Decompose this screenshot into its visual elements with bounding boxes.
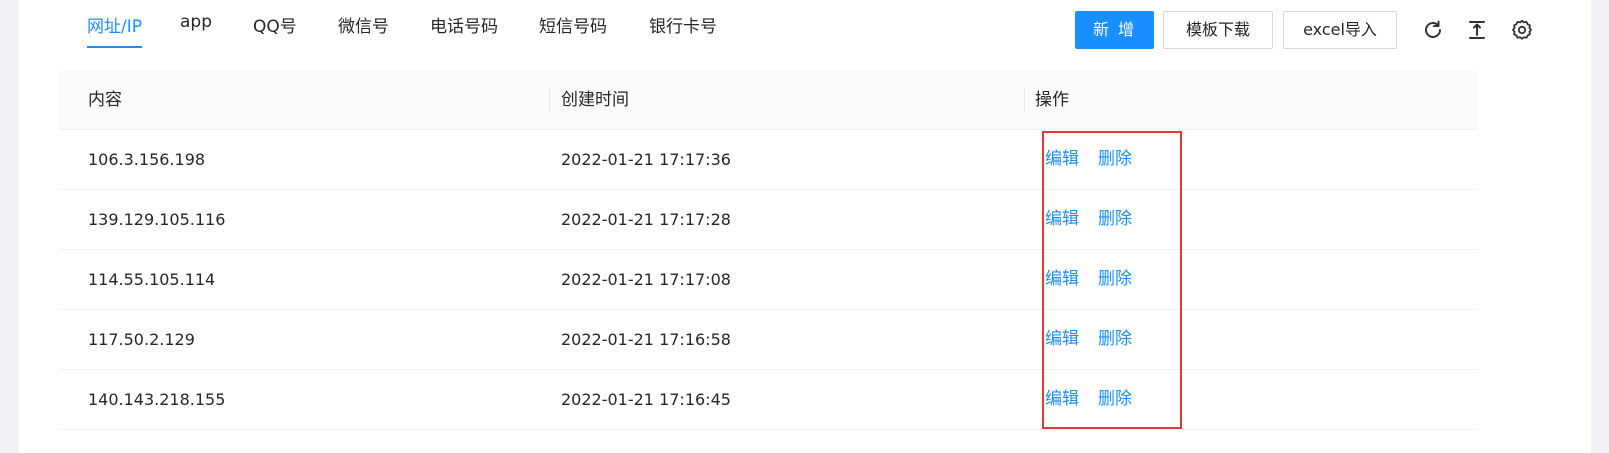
table-row: 106.3.156.198 2022-01-21 17:17:36 编辑 删除 (59, 130, 1478, 190)
delete-link[interactable]: 删除 (1098, 370, 1132, 429)
tab-url-ip[interactable]: 网址/IP (87, 12, 142, 37)
column-divider (549, 87, 550, 113)
table-row: 117.50.2.129 2022-01-21 17:16:58 编辑 删除 (59, 310, 1478, 370)
tab-bank-card[interactable]: 银行卡号 (649, 12, 717, 37)
column-height-icon[interactable] (1465, 18, 1489, 42)
delete-link[interactable]: 删除 (1098, 310, 1132, 369)
cell-created-time: 2022-01-21 17:16:58 (561, 330, 731, 349)
cell-content: 117.50.2.129 (88, 330, 195, 349)
edit-link[interactable]: 编辑 (1045, 370, 1079, 429)
delete-link[interactable]: 删除 (1098, 130, 1132, 189)
cell-content: 106.3.156.198 (88, 150, 206, 169)
column-header-actions: 操作 (1035, 90, 1069, 110)
reload-icon[interactable] (1421, 18, 1445, 42)
edit-link[interactable]: 编辑 (1045, 310, 1079, 369)
table-row: 139.129.105.116 2022-01-21 17:17:28 编辑 删… (59, 190, 1478, 250)
cell-created-time: 2022-01-21 17:17:08 (561, 270, 731, 289)
table-row: 140.143.218.155 2022-01-21 17:16:45 编辑 删… (59, 370, 1478, 430)
data-table: 内容 创建时间 操作 106.3.156.198 2022-01-21 17:1… (59, 71, 1478, 430)
setting-icon[interactable] (1510, 18, 1534, 42)
template-download-button[interactable]: 模板下载 (1163, 11, 1273, 49)
cell-content: 114.55.105.114 (88, 270, 216, 289)
add-button[interactable]: 新 增 (1075, 11, 1154, 49)
tab-phone[interactable]: 电话号码 (430, 12, 498, 37)
edit-link[interactable]: 编辑 (1045, 250, 1079, 309)
cell-created-time: 2022-01-21 17:16:45 (561, 390, 731, 409)
edit-link[interactable]: 编辑 (1045, 190, 1079, 249)
edit-link[interactable]: 编辑 (1045, 130, 1079, 189)
delete-link[interactable]: 删除 (1098, 250, 1132, 309)
tab-app[interactable]: app (180, 12, 212, 32)
cell-content: 139.129.105.116 (88, 210, 226, 229)
tab-sms[interactable]: 短信号码 (539, 12, 607, 37)
delete-link[interactable]: 删除 (1098, 190, 1132, 249)
table-row: 114.55.105.114 2022-01-21 17:17:08 编辑 删除 (59, 250, 1478, 310)
column-header-content: 内容 (88, 90, 122, 110)
cell-created-time: 2022-01-21 17:17:36 (561, 150, 731, 169)
cell-created-time: 2022-01-21 17:17:28 (561, 210, 731, 229)
cell-content: 140.143.218.155 (88, 390, 226, 409)
column-divider (1024, 87, 1025, 113)
tab-wechat[interactable]: 微信号 (338, 12, 389, 37)
tab-qq[interactable]: QQ号 (253, 12, 297, 37)
column-header-created-time: 创建时间 (561, 90, 629, 110)
tab-active-indicator (87, 46, 142, 48)
table-header: 内容 创建时间 操作 (59, 71, 1478, 130)
excel-import-button[interactable]: excel导入 (1283, 11, 1397, 49)
